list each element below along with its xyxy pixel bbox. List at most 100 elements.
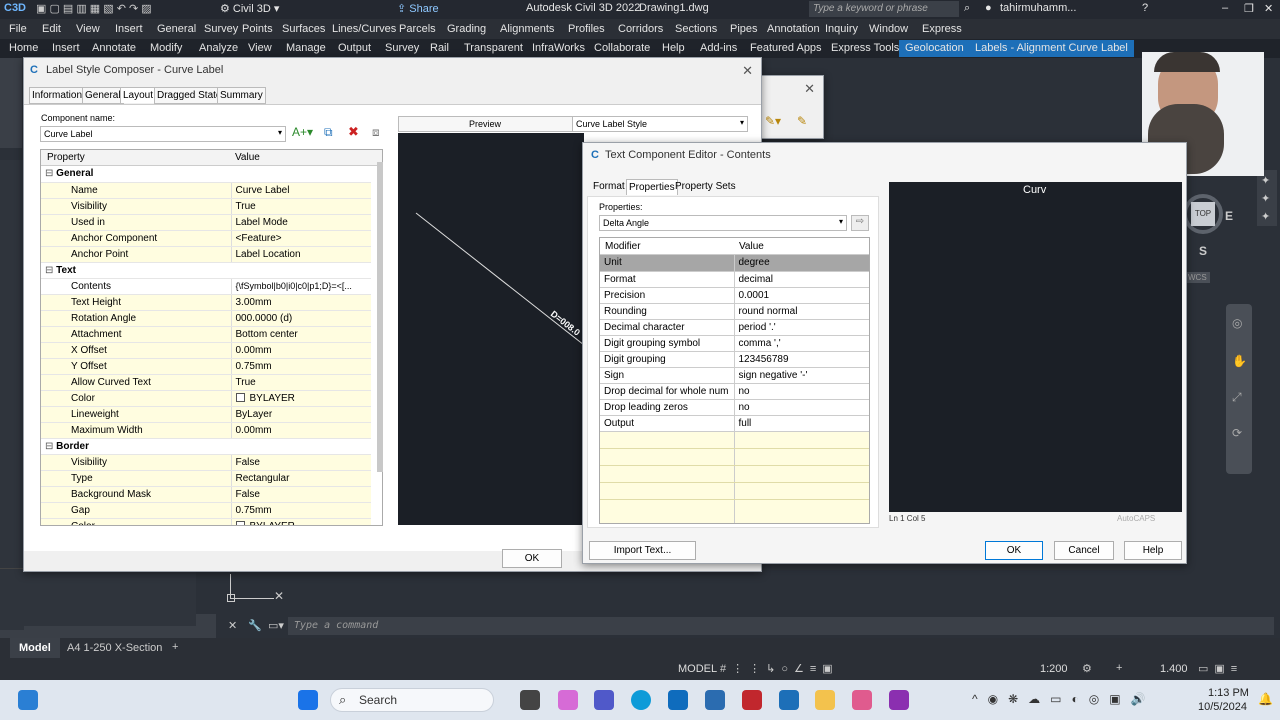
tab-infraworks[interactable]: InfraWorks bbox=[532, 42, 585, 54]
property-row[interactable]: Lineweight ByLayer bbox=[41, 406, 371, 423]
tab-express-tools[interactable]: Express Tools bbox=[831, 42, 899, 54]
modifier-row[interactable]: Output full bbox=[600, 415, 869, 432]
modifier-row[interactable]: Drop decimal for whole num no bbox=[600, 383, 869, 400]
copy-component-icon[interactable]: ⧉ bbox=[324, 125, 333, 140]
property-group[interactable]: ⊟ Text bbox=[41, 262, 371, 279]
property-row[interactable]: Background Mask False bbox=[41, 486, 371, 503]
property-row[interactable]: Anchor Component <Feature> bbox=[41, 230, 371, 247]
tab-output[interactable]: Output bbox=[338, 42, 371, 54]
property-value[interactable]: ByLayer bbox=[231, 406, 371, 423]
workspace-selector[interactable]: ⚙ Civil 3D ▾ bbox=[220, 2, 279, 15]
menu-annotation[interactable]: Annotation bbox=[767, 23, 820, 35]
modifier-row[interactable]: Digit grouping 123456789 bbox=[600, 351, 869, 368]
tce-ok-button[interactable]: OK bbox=[985, 541, 1043, 560]
plus-icon[interactable]: + bbox=[1116, 662, 1122, 674]
tab-format[interactable]: Format bbox=[591, 179, 627, 194]
property-value[interactable]: Bottom center bbox=[231, 326, 371, 343]
annotation-value[interactable]: 1.400 bbox=[1160, 663, 1188, 675]
property-row[interactable]: Name Curve Label bbox=[41, 182, 371, 199]
minimize-icon[interactable]: – bbox=[1222, 2, 1228, 14]
menu-parcels[interactable]: Parcels bbox=[399, 23, 436, 35]
tab-information[interactable]: Information bbox=[29, 87, 86, 104]
tab-layout[interactable]: Layout bbox=[120, 87, 157, 103]
property-value[interactable]: BYLAYER bbox=[231, 390, 371, 407]
widgets-icon[interactable] bbox=[18, 690, 38, 710]
modifier-value[interactable]: comma ',' bbox=[734, 335, 869, 352]
property-grid[interactable]: Property Value ⊟ General Name Curve Label V… bbox=[40, 149, 383, 526]
user-name[interactable]: tahirmuhamm... bbox=[1000, 2, 1076, 14]
modifier-row[interactable]: Digit grouping symbol comma ',' bbox=[600, 335, 869, 352]
settings-icon[interactable]: ⚙ bbox=[1082, 662, 1092, 675]
taskbar-search[interactable]: ⌕ Search bbox=[330, 688, 494, 712]
zoom-extents-icon[interactable]: ⤢ bbox=[1232, 390, 1242, 405]
property-value[interactable]: BYLAYER bbox=[231, 518, 371, 525]
tab-addins[interactable]: Add-ins bbox=[700, 42, 737, 54]
snipping-tool-icon[interactable] bbox=[852, 690, 872, 710]
modifier-value[interactable]: no bbox=[734, 399, 869, 416]
property-value[interactable]: True bbox=[231, 198, 371, 215]
insert-property-arrow-icon[interactable]: ⇨ bbox=[851, 215, 869, 231]
property-value[interactable]: False bbox=[231, 486, 371, 503]
property-group[interactable]: ⊟ Border bbox=[41, 438, 371, 455]
modifier-value[interactable]: decimal bbox=[734, 271, 869, 288]
collapse-icon[interactable]: ⊟ bbox=[45, 168, 56, 179]
file-explorer-icon[interactable] bbox=[815, 690, 835, 710]
menu-file[interactable]: File bbox=[9, 23, 27, 35]
add-component-icon[interactable]: A+▾ bbox=[292, 125, 313, 139]
tab-annotate[interactable]: Annotate bbox=[92, 42, 136, 54]
navigation-bar[interactable]: ◎ ✋ ⤢ ⟳ bbox=[1226, 304, 1252, 474]
property-row[interactable]: Gap 0.75mm bbox=[41, 502, 371, 519]
composer-close-icon[interactable]: ✕ bbox=[742, 63, 753, 79]
menu-edit[interactable]: Edit bbox=[42, 23, 61, 35]
close-icon[interactable]: ✕ bbox=[1264, 2, 1273, 15]
tab-layout-x-section[interactable]: A4 1-250 X-Section bbox=[67, 642, 162, 654]
modifier-grid[interactable]: Modifier Value Unit degree Format decimal Pr… bbox=[599, 237, 870, 524]
modifier-row[interactable]: Format decimal bbox=[600, 271, 869, 288]
property-row[interactable]: Text Height 3.00mm bbox=[41, 294, 371, 311]
menu-profiles[interactable]: Profiles bbox=[568, 23, 605, 35]
collapse-icon[interactable]: ⊟ bbox=[45, 265, 56, 276]
preview-style-select[interactable]: Curve Label Style ▾ bbox=[572, 116, 748, 132]
property-value[interactable]: Curve Label bbox=[231, 182, 371, 199]
property-row[interactable]: Type Rectangular bbox=[41, 470, 371, 487]
menu-corridors[interactable]: Corridors bbox=[618, 23, 663, 35]
clock-time[interactable]: 1:13 PM bbox=[1208, 687, 1249, 699]
tab-featured-apps[interactable]: Featured Apps bbox=[750, 42, 822, 54]
text-editor-area[interactable]: Curv bbox=[889, 182, 1182, 512]
menu-inquiry[interactable]: Inquiry bbox=[825, 23, 858, 35]
menu-sections[interactable]: Sections bbox=[675, 23, 717, 35]
tab-view[interactable]: View bbox=[248, 42, 272, 54]
tab-survey[interactable]: Survey bbox=[385, 42, 419, 54]
clock-date[interactable]: 10/5/2024 bbox=[1198, 701, 1247, 713]
property-value[interactable]: <Feature> bbox=[231, 230, 371, 247]
modifier-value[interactable]: 0.0001 bbox=[734, 287, 869, 304]
system-tray-icons[interactable]: ^◉❋☁▭◐◎▣🔊 bbox=[972, 692, 1156, 706]
modifier-value[interactable]: 123456789 bbox=[734, 351, 869, 368]
menu-pipes[interactable]: Pipes bbox=[730, 23, 758, 35]
menu-surfaces[interactable]: Surfaces bbox=[282, 23, 325, 35]
tool-icon-3[interactable]: ✦ bbox=[1261, 210, 1270, 223]
tab-model[interactable]: Model bbox=[10, 638, 60, 658]
tab-collaborate[interactable]: Collaborate bbox=[594, 42, 650, 54]
menu-alignments[interactable]: Alignments bbox=[500, 23, 554, 35]
start-icon[interactable] bbox=[298, 690, 318, 710]
recent-commands-icon[interactable]: ▭▾ bbox=[268, 619, 284, 632]
menu-survey[interactable]: Survey bbox=[204, 23, 238, 35]
property-value[interactable]: 0.00mm bbox=[231, 342, 371, 359]
annotation-scale[interactable]: 1:200 bbox=[1040, 663, 1068, 675]
property-row[interactable]: Used in Label Mode bbox=[41, 214, 371, 231]
properties-select[interactable]: Delta Angle ▾ bbox=[599, 215, 847, 231]
preview-canvas[interactable]: D=008.0 bbox=[398, 133, 584, 525]
share-button[interactable]: ⇪ Share bbox=[397, 2, 439, 15]
notification-icon[interactable]: 🔔 bbox=[1258, 692, 1273, 706]
tab-analyze[interactable]: Analyze bbox=[199, 42, 238, 54]
viewcube-top[interactable]: TOP bbox=[1191, 202, 1215, 226]
help-icon[interactable]: ? bbox=[1142, 2, 1148, 14]
import-text-button[interactable]: Import Text... bbox=[589, 541, 696, 560]
property-value[interactable]: 3.00mm bbox=[231, 294, 371, 311]
menu-grading[interactable]: Grading bbox=[447, 23, 486, 35]
modifier-row[interactable]: Precision 0.0001 bbox=[600, 287, 869, 304]
orbit-icon[interactable]: ⟳ bbox=[1232, 426, 1242, 440]
property-scrollbar[interactable] bbox=[377, 162, 383, 472]
modifier-row[interactable]: Rounding round normal bbox=[600, 303, 869, 320]
